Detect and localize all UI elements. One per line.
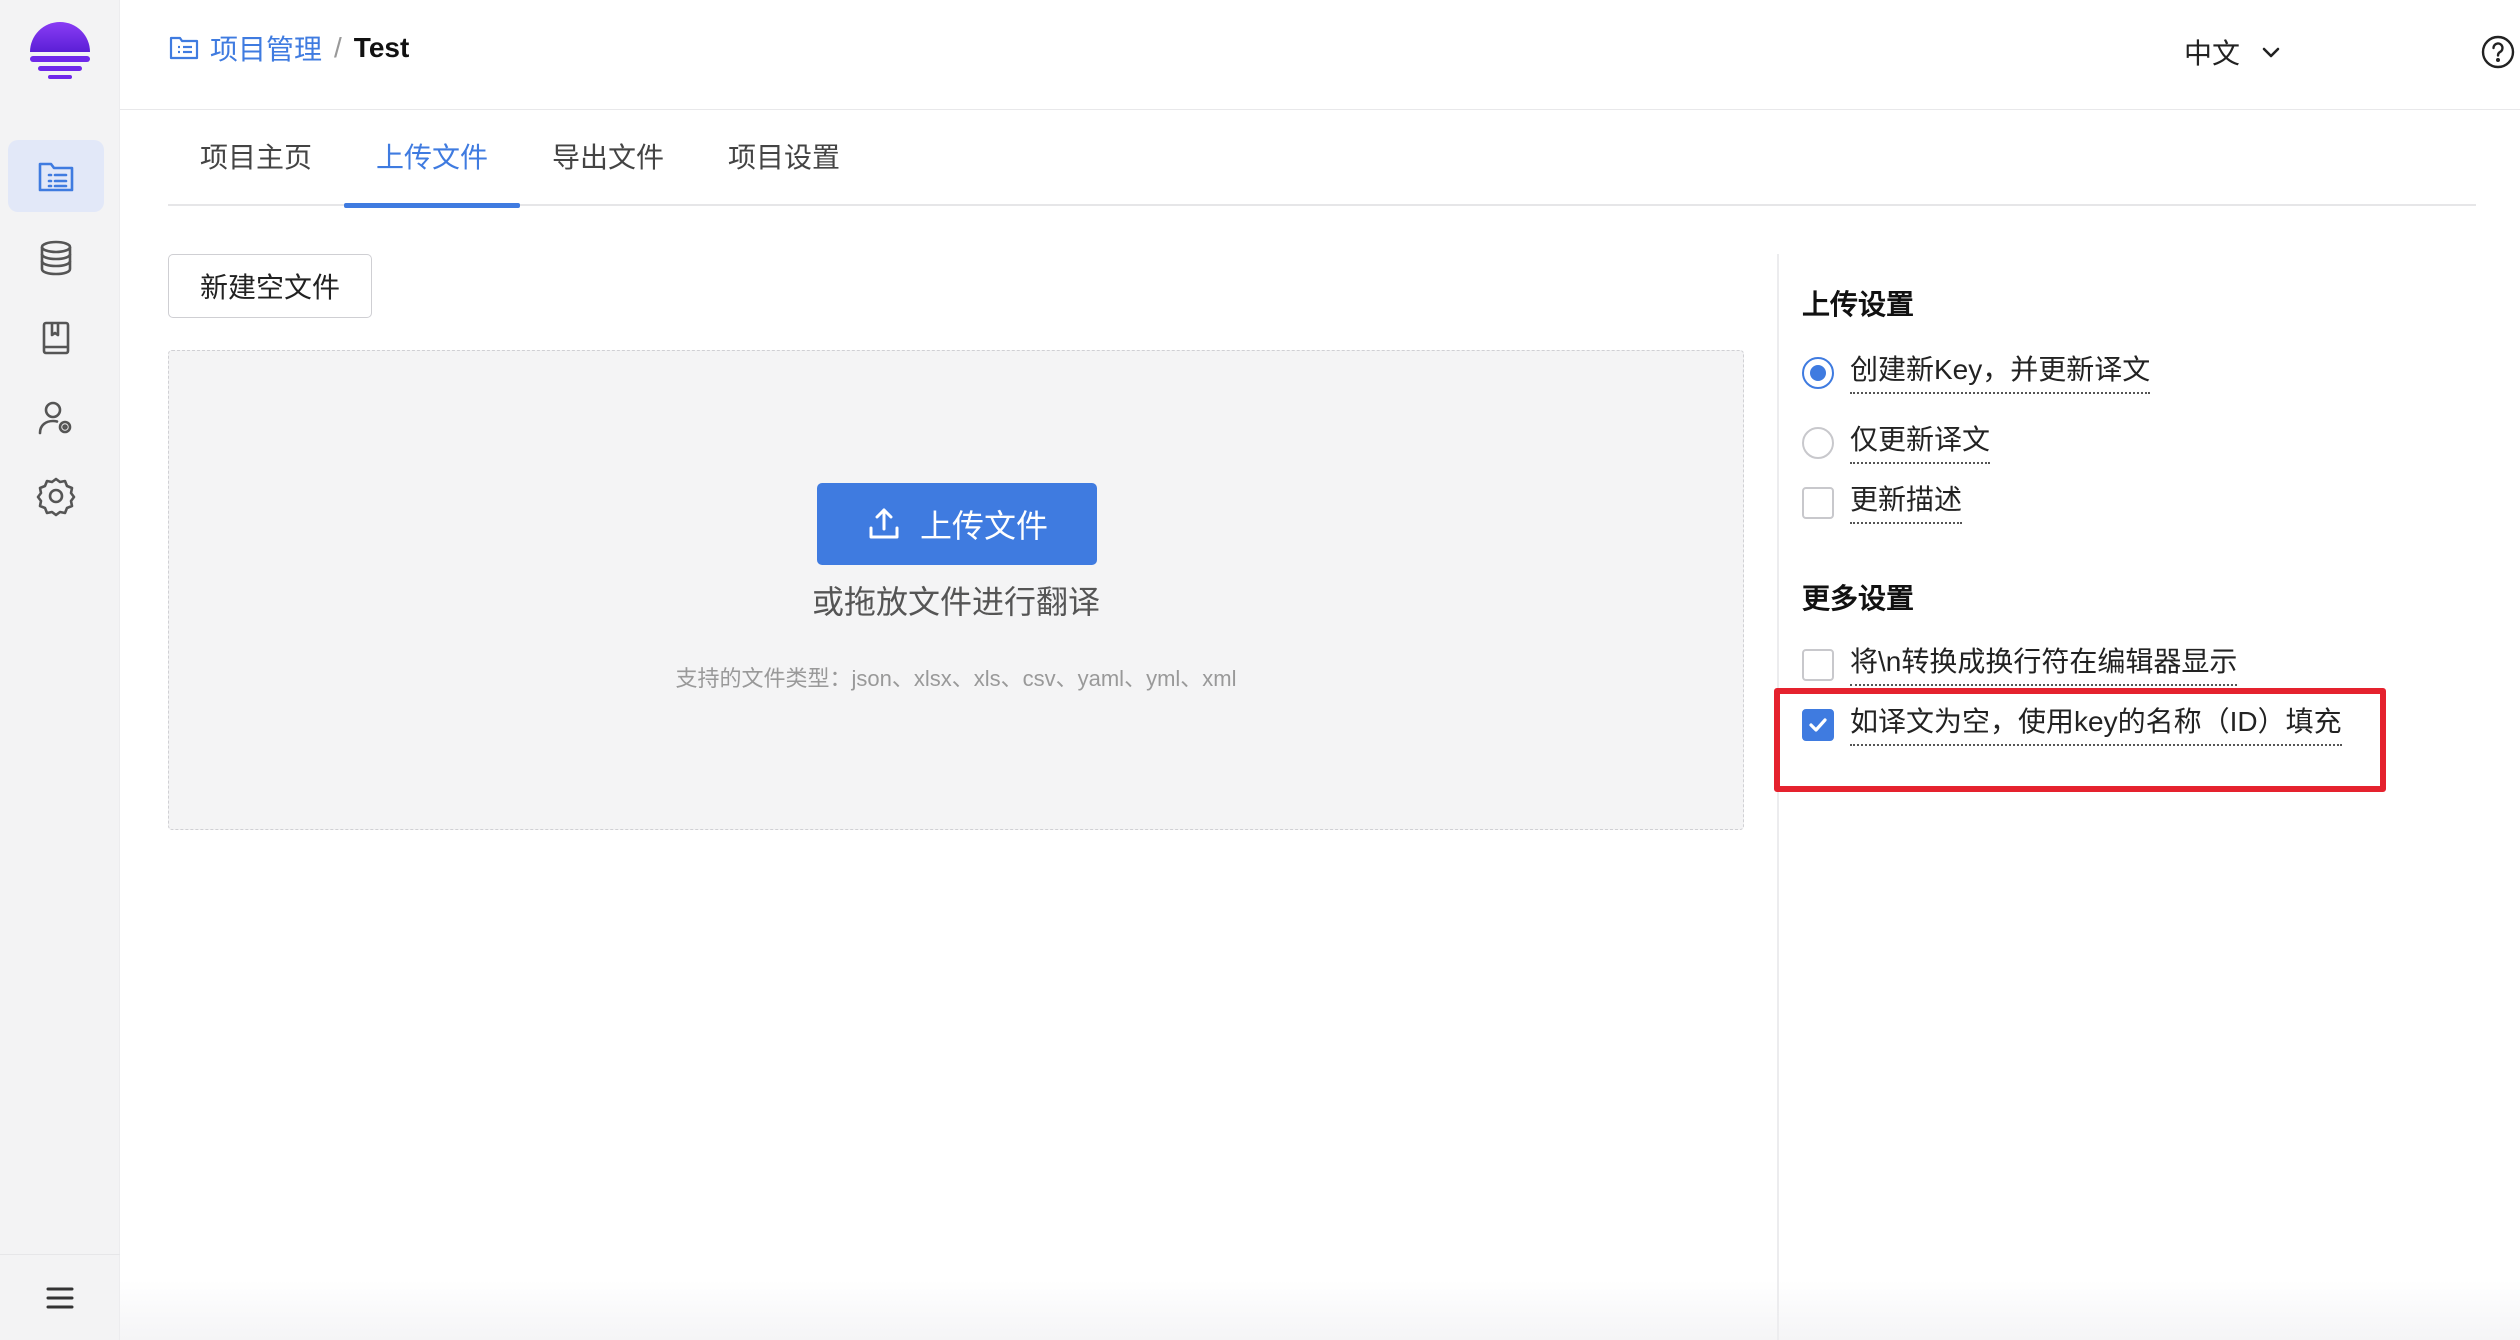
more-settings-title: 更多设置 xyxy=(1802,583,1915,614)
database-icon xyxy=(40,240,72,276)
folder-list-icon xyxy=(169,36,199,60)
logo[interactable] xyxy=(24,22,96,88)
option-label: 创建新Key，并更新译文 xyxy=(1850,352,2151,394)
breadcrumb-project-management[interactable]: 项目管理 xyxy=(168,28,322,68)
sidebar-item-settings[interactable] xyxy=(8,460,104,532)
user-settings-icon xyxy=(38,401,72,435)
option-create-key-update-translation[interactable]: 创建新Key，并更新译文 xyxy=(1802,352,2151,394)
language-label: 中文 xyxy=(2184,38,2241,69)
highlight-annotation-box xyxy=(1774,688,2386,792)
breadcrumb-separator: / xyxy=(334,32,342,63)
option-update-translation-only[interactable]: 仅更新译文 xyxy=(1802,422,1991,464)
checkbox-update-description[interactable] xyxy=(1802,487,1834,519)
breadcrumb: 项目管理 / Test xyxy=(168,28,409,68)
help-icon[interactable] xyxy=(2480,34,2516,70)
breadcrumb-current: Test xyxy=(353,32,410,63)
drop-hint-text: 或拖放文件进行翻译 xyxy=(811,584,1100,620)
gear-icon xyxy=(36,477,76,517)
sidebar-item-database[interactable] xyxy=(8,222,104,294)
tab-export-files[interactable]: 导出文件 xyxy=(520,110,696,206)
radio-create-key[interactable] xyxy=(1802,357,1834,389)
tab-project-home[interactable]: 项目主页 xyxy=(168,110,344,206)
sidebar-item-projects[interactable] xyxy=(8,140,104,212)
option-label: 更新描述 xyxy=(1850,482,1963,524)
radio-update-only[interactable] xyxy=(1802,427,1834,459)
tab-project-settings[interactable]: 项目设置 xyxy=(696,110,872,206)
sidebar-item-docs[interactable] xyxy=(8,302,104,374)
upload-settings-title: 上传设置 xyxy=(1802,289,1915,320)
header: 项目管理 / Test 中文 xyxy=(120,0,2520,110)
supported-file-types: 支持的文件类型：json、xlsx、xls、csv、yaml、yml、xml xyxy=(675,666,1237,691)
upload-file-label: 上传文件 xyxy=(919,508,1048,544)
tab-upload-files[interactable]: 上传文件 xyxy=(344,110,521,208)
sidebar-item-members[interactable] xyxy=(8,382,104,454)
option-label: 将\n转换成换行符在编辑器显示 xyxy=(1850,644,2238,686)
panel-divider xyxy=(1777,254,1779,1340)
upload-file-button[interactable]: 上传文件 xyxy=(817,483,1097,565)
bottom-shadow xyxy=(120,1280,2520,1340)
sidebar xyxy=(0,0,120,1340)
project-list-icon xyxy=(38,162,74,192)
new-empty-file-button[interactable]: 新建空文件 xyxy=(168,254,372,318)
sidebar-collapse-button[interactable] xyxy=(0,1254,120,1340)
breadcrumb-section-label: 项目管理 xyxy=(210,34,323,65)
language-selector[interactable]: 中文 xyxy=(2184,32,2284,72)
hamburger-menu-icon xyxy=(46,1287,74,1308)
app-window: 项目管理 / Test 中文 项目主页 上传文件 导出文件 项目设置 新建空文件… xyxy=(0,0,2520,1340)
book-icon xyxy=(42,321,70,355)
option-label: 仅更新译文 xyxy=(1850,422,1991,464)
upload-icon xyxy=(869,508,899,539)
option-convert-newline[interactable]: 将\n转换成换行符在编辑器显示 xyxy=(1802,644,2238,686)
file-dropzone[interactable]: 上传文件 或拖放文件进行翻译 支持的文件类型：json、xlsx、xls、csv… xyxy=(168,350,1744,830)
chevron-down-icon xyxy=(2262,47,2280,58)
option-update-description[interactable]: 更新描述 xyxy=(1802,482,1963,524)
checkbox-convert-newline[interactable] xyxy=(1802,649,1834,681)
tab-bar: 项目主页 上传文件 导出文件 项目设置 xyxy=(168,110,2476,208)
